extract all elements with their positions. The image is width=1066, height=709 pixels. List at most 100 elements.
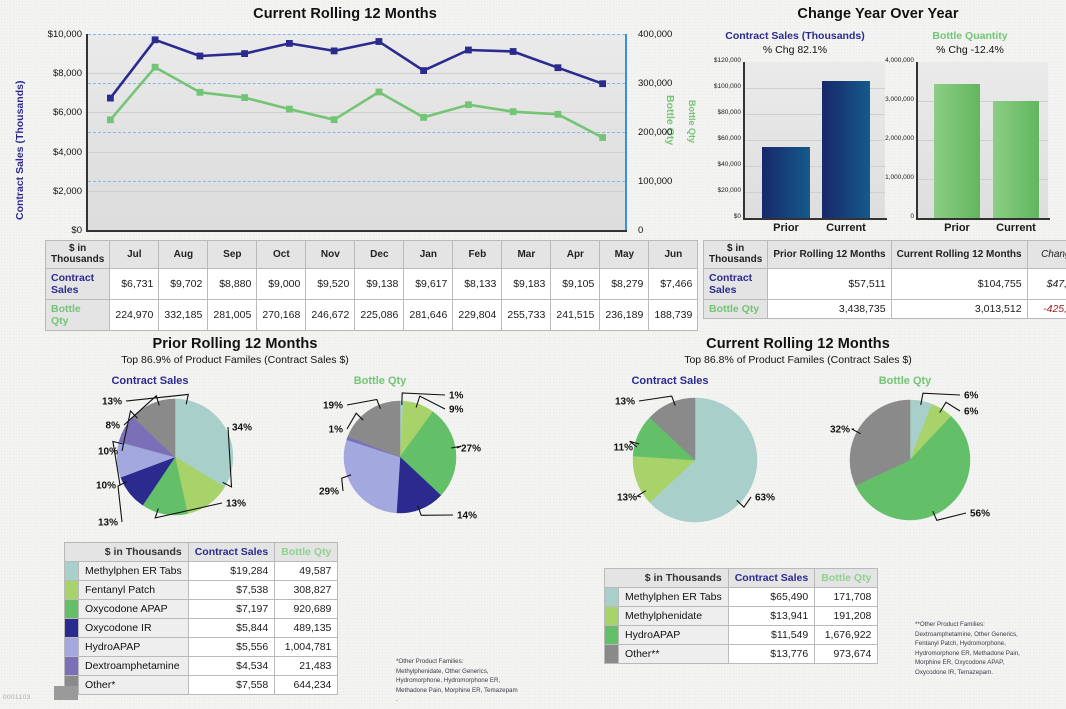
pie-slice-label: 27% [461, 444, 481, 455]
legend-row: Other**$13,776973,674 [605, 645, 878, 664]
legend-bottle-qty-value: 1,004,781 [275, 638, 338, 657]
prior-panel-subtitle: Top 86.9% of Product Familes (Contract S… [0, 354, 470, 366]
yoy-sales-bar-current [822, 81, 870, 218]
table-cell: -425,223 [1027, 300, 1066, 319]
legend-bottle-qty-value: 1,676,922 [815, 626, 878, 645]
legend-corner: $ in Thousands [65, 543, 189, 562]
yoy-sales-cat-current: Current [812, 222, 880, 234]
legend-row: HydroAPAP$11,5491,676,922 [605, 626, 878, 645]
yoy-sales-bar-prior [762, 147, 810, 218]
legend-color-swatch [65, 638, 79, 657]
pie-slice-label: 13% [226, 499, 246, 510]
yoy-qty-tick-2: 2,000,000 [872, 135, 914, 142]
legend-col-bottle-qty: Bottle Qty [275, 543, 338, 562]
yoy-sales-tick-0: $120,000 [700, 57, 741, 64]
table-cell: $9,105 [551, 269, 600, 300]
legend-contract-sales-value: $7,197 [188, 600, 275, 619]
yoy-left-chart-title: Contract Sales (Thousands) % Chg 82.1% [700, 30, 890, 56]
monthly-data-table: $ inThousandsJulAugSepOctNovDecJanFebMar… [45, 240, 698, 331]
month-header: Oct [257, 241, 306, 269]
legend-product-name: HydroAPAP [79, 638, 189, 657]
legend-contract-sales-value: $13,776 [728, 645, 815, 664]
yoy-left-y-label: Bottle Qty [687, 100, 697, 143]
legend-product-name: Oxycodone IR [79, 619, 189, 638]
table-cell: 246,672 [306, 300, 355, 331]
yoy-sales-axis-y [743, 62, 745, 219]
line-y2-tick-4: 0 [638, 225, 643, 236]
legend-color-swatch [605, 645, 619, 664]
legend-contract-sales-value: $7,538 [188, 581, 275, 600]
legend-bottle-qty-value: 21,483 [275, 657, 338, 676]
legend-product-name: Fentanyl Patch [79, 581, 189, 600]
table-cell: $9,702 [159, 269, 208, 300]
line-y2-tick-1: 300,000 [638, 78, 672, 89]
pie-slice-label: 19% [323, 401, 343, 412]
month-header: Apr [551, 241, 600, 269]
row-label: BottleQty [46, 300, 110, 331]
legend-bottle-qty-value: 973,674 [815, 645, 878, 664]
legend-col-contract-sales: Contract Sales [728, 569, 815, 588]
yoy-qty-tick-1: 3,000,000 [872, 96, 914, 103]
prior-legend-table: $ in ThousandsContract SalesBottle QtyMe… [64, 542, 338, 695]
legend-row: Oxycodone APAP$7,197920,689 [65, 600, 338, 619]
table-cell: $6,731 [110, 269, 159, 300]
pie-slice-label: 63% [755, 493, 775, 504]
yoy-sales-tick-4: $40,000 [700, 161, 741, 168]
legend-contract-sales-value: $7,558 [188, 676, 275, 695]
table-cell: 229,804 [453, 300, 502, 331]
legend-corner: $ in Thousands [605, 569, 729, 588]
table-cell: 255,733 [502, 300, 551, 331]
legend-row: Other*$7,558644,234 [65, 676, 338, 695]
line-y2-tick-0: 400,000 [638, 29, 672, 40]
legend-row: Fentanyl Patch$7,538308,827 [65, 581, 338, 600]
line-y2-tick-3: 100,000 [638, 176, 672, 187]
prior-bottle-qty-pie: 1%9%27%14%29%1%19% [285, 385, 500, 535]
yoy-sales-tick-2: $80,000 [700, 109, 741, 116]
table-cell: 224,970 [110, 300, 159, 331]
row-label: Bottle Qty [704, 300, 768, 319]
yoy-qty-axis-y [916, 62, 918, 219]
table-cell: $9,520 [306, 269, 355, 300]
pie-slice-label: 13% [617, 493, 637, 504]
legend-row: Methylphen ER Tabs$19,28449,587 [65, 562, 338, 581]
table-cell: $9,000 [257, 269, 306, 300]
legend-color-swatch [65, 581, 79, 600]
yoy-qty-bar-prior [934, 84, 980, 218]
table-cell: 3,013,512 [891, 300, 1027, 319]
table-cell: 3,438,735 [768, 300, 891, 319]
legend-contract-sales-value: $19,284 [188, 562, 275, 581]
table-cell: $8,880 [208, 269, 257, 300]
pie-slice-label: 32% [830, 425, 850, 436]
table-corner: $ inThousands [46, 241, 110, 269]
yoy-right-chart-title: Bottle Quantity % Chg -12.4% [880, 30, 1060, 56]
yoy-title: Change Year Over Year [690, 6, 1066, 22]
yoy-qty-tick-0: 4,000,000 [872, 57, 914, 64]
current-footnote: **Other Product Families: Dextroamphetam… [915, 620, 1065, 678]
current-panel-subtitle: Top 86.8% of Product Familes (Contract S… [530, 354, 1066, 366]
legend-color-swatch [65, 657, 79, 676]
line-y-tick-4: $2,000 [26, 186, 82, 197]
pie-slice-label: 9% [449, 405, 464, 416]
table-cell: 281,646 [404, 300, 453, 331]
yoy-right-chart-sub: % Chg -12.4% [880, 44, 1060, 56]
pie-slice-label: 13% [615, 397, 635, 408]
line-y-tick-3: $4,000 [26, 147, 82, 158]
pie-slice-label: 10% [96, 481, 116, 492]
legend-contract-sales-value: $4,534 [188, 657, 275, 676]
legend-contract-sales-value: $13,941 [728, 607, 815, 626]
yoy-qty-cat-prior: Prior [924, 222, 990, 234]
legend-row: Methylphen ER Tabs$65,490171,708 [605, 588, 878, 607]
legend-color-swatch [605, 626, 619, 645]
table-cell: $9,183 [502, 269, 551, 300]
table-cell: $9,617 [404, 269, 453, 300]
legend-bottle-qty-value: 191,208 [815, 607, 878, 626]
pie-slice-label: 29% [319, 487, 339, 498]
legend-color-swatch [605, 607, 619, 626]
table-cell: 270,168 [257, 300, 306, 331]
current-contract-sales-pie: 63%13%11%13% [575, 385, 815, 540]
legend-contract-sales-value: $11,549 [728, 626, 815, 645]
month-header: Feb [453, 241, 502, 269]
pie-slice-label: 34% [232, 423, 252, 434]
table-cell: $47,244 [1027, 269, 1066, 300]
yoy-sales-tick-3: $60,000 [700, 135, 741, 142]
